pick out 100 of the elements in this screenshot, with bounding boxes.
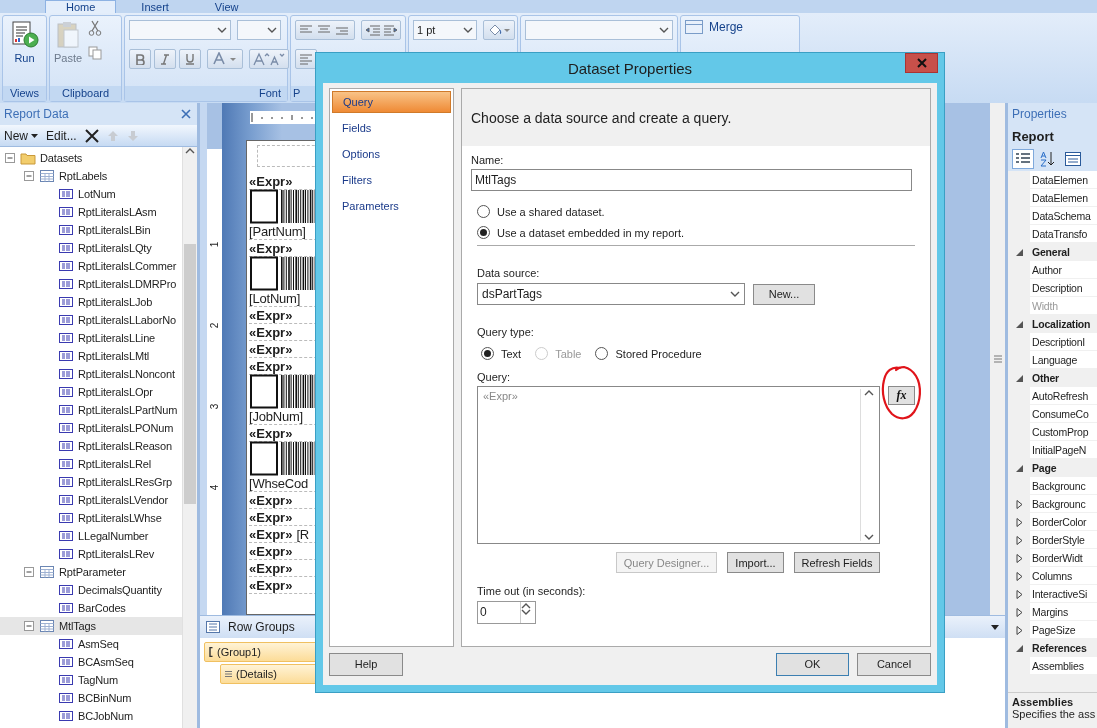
paint-bucket-icon[interactable] [483,20,515,40]
tree-item[interactable]: TagNum [0,671,182,689]
font-size-change-icon[interactable] [249,49,289,69]
tree-item[interactable]: RptLabels [0,167,182,185]
collapse-icon[interactable] [4,152,16,164]
ok-button[interactable]: OK [776,652,849,676]
collapse-icon[interactable] [1014,319,1024,329]
tree-item[interactable]: RptLiteralsLLine [0,329,182,347]
radio-option[interactable]: Use a dataset embedded in my report. [477,226,915,239]
scrollbar[interactable] [990,103,1005,615]
tree-item[interactable]: RptLiteralsLMtl [0,347,182,365]
tree-item[interactable]: RptLiteralsLDMRPro [0,275,182,293]
property-name[interactable]: BorderStyle [1030,531,1097,549]
collapse-icon[interactable] [23,170,35,182]
property-name[interactable]: BorderWidt [1030,549,1097,567]
collapse-icon[interactable] [1014,643,1024,653]
property-name[interactable]: Backgrounc [1030,477,1097,495]
data-source-dropdown[interactable]: dsPartTags [477,283,745,305]
tree-item[interactable]: LotNum [0,185,182,203]
indent-icon[interactable] [361,20,401,40]
tree-item[interactable]: MtlTags [0,617,182,635]
edit-button[interactable]: Edit... [46,128,77,143]
help-button[interactable]: Help [329,652,403,676]
expand-icon[interactable] [1014,607,1024,617]
collapse-icon[interactable] [1014,373,1024,383]
collapse-icon[interactable] [1014,463,1024,473]
tree-item[interactable]: BarCodes [0,599,182,617]
radio-option[interactable]: Stored Procedure [595,347,702,360]
tree-item[interactable]: RptLiteralsLQty [0,239,182,257]
property-name[interactable]: Assemblies [1030,657,1097,675]
collapse-icon[interactable] [23,566,35,578]
property-name[interactable]: DataElemen [1030,189,1097,207]
categorized-icon[interactable] [1012,149,1034,169]
expand-icon[interactable] [1014,553,1024,563]
tree-item[interactable]: Datasets [0,149,182,167]
scroll-thumb[interactable] [184,244,196,504]
tree-item[interactable]: BCJobNum [0,707,182,725]
property-name[interactable]: DescriptionI [1030,333,1097,351]
expand-icon[interactable] [1014,571,1024,581]
line-width-dropdown[interactable]: 1 pt [413,20,477,40]
nav-item[interactable]: Options [332,143,451,165]
tree-item[interactable]: RptLiteralsLVendor [0,491,182,509]
new-menu-button[interactable]: New [4,128,38,143]
nav-item[interactable]: Fields [332,117,451,139]
tree-item[interactable]: RptLiteralsLCommer [0,257,182,275]
radio-button[interactable] [477,226,490,239]
tree-item[interactable]: RptLiteralsLNoncont [0,365,182,383]
radio-button[interactable] [481,347,494,360]
tree-item[interactable]: RptLiteralsLRev [0,545,182,563]
delete-icon[interactable] [84,128,99,143]
tree-item[interactable]: RptLiteralsLBin [0,221,182,239]
property-name[interactable]: InitialPageN [1030,441,1097,459]
radio-option[interactable]: Text [481,347,522,360]
property-name[interactable]: Backgrounc [1030,495,1097,513]
close-button[interactable] [905,53,938,73]
property-name[interactable]: DataTransfo [1030,225,1097,243]
tree-item[interactable]: RptLiteralsLLaborNo [0,311,182,329]
property-name[interactable]: PageSize [1030,621,1097,639]
tree-item[interactable]: RptLiteralsLPONum [0,419,182,437]
scissors-icon[interactable] [88,20,103,36]
expand-icon[interactable] [1014,535,1024,545]
tree-item[interactable]: RptLiteralsLResGrp [0,473,182,491]
expand-icon[interactable] [1014,499,1024,509]
property-name[interactable]: Language [1030,351,1097,369]
radio-button[interactable] [595,347,609,360]
property-name[interactable]: AutoRefresh [1030,387,1097,405]
property-name[interactable]: ConsumeCo [1030,405,1097,423]
nav-item[interactable]: Parameters [332,195,451,217]
property-name[interactable]: Author [1030,261,1097,279]
cancel-button[interactable]: Cancel [857,652,931,676]
tree-item[interactable]: RptParameter [0,563,182,581]
query-action-button[interactable]: Import... [727,552,784,573]
property-name[interactable]: CustomProp [1030,423,1097,441]
underline-icon[interactable] [179,49,201,69]
italic-icon[interactable] [154,49,176,69]
timeout-spinner[interactable]: 0 [477,601,536,624]
run-button[interactable]: Run [9,20,40,64]
property-name[interactable]: Description [1030,279,1097,297]
tree-item[interactable]: RptLiteralsLPartNum [0,401,182,419]
new-button[interactable]: New... [753,283,815,305]
tree-item[interactable]: DecimalsQuantity [0,581,182,599]
expand-icon[interactable] [1014,517,1024,527]
merge-button[interactable]: Merge [685,20,743,34]
tree-item[interactable]: LLegalNumber [0,527,182,545]
radio-option[interactable]: Use a shared dataset. [477,205,915,218]
name-field[interactable]: MtlTags [471,169,912,191]
expand-icon[interactable] [1014,625,1024,635]
scrollbar[interactable] [182,147,197,728]
collapse-icon[interactable] [23,620,35,632]
property-name[interactable]: Columns [1030,567,1097,585]
tree-item[interactable]: BCAsmSeq [0,653,182,671]
tree-item[interactable]: RptLiteralsLOpr [0,383,182,401]
property-pages-icon[interactable] [1062,149,1084,169]
align-icon[interactable] [295,20,355,40]
expand-icon[interactable] [1014,589,1024,599]
tree-item[interactable]: BCBinNum [0,689,182,707]
property-name[interactable]: DataElemen [1030,171,1097,189]
property-name[interactable]: BorderColor [1030,513,1097,531]
ribbon-tab[interactable]: View [193,0,260,13]
font-color-icon[interactable] [207,49,243,69]
